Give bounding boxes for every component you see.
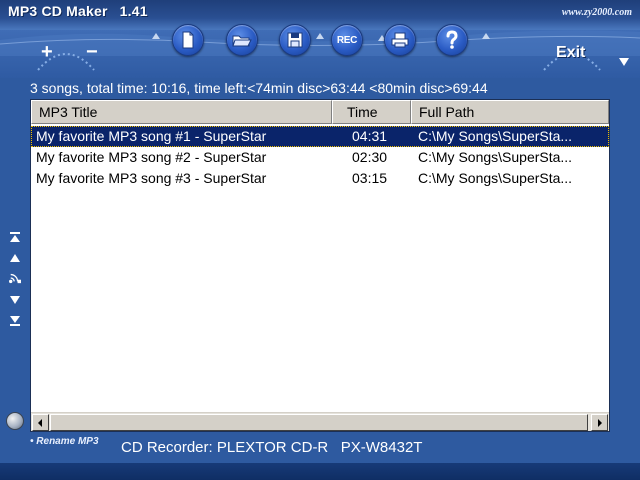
remove-song-button[interactable]: − [86, 42, 98, 62]
song-title-cell: My favorite MP3 song #3 - SuperStar [36, 170, 267, 186]
app-version: 1.41 [119, 3, 148, 19]
horizontal-scrollbar[interactable] [31, 412, 609, 431]
app-name: MP3 CD Maker [8, 3, 108, 19]
song-time-cell: 04:31 [352, 128, 388, 144]
song-path-cell: C:\My Songs\SuperSta... [418, 128, 573, 144]
table-row[interactable]: My favorite MP3 song #3 - SuperStar 03:1… [31, 168, 609, 189]
open-button[interactable] [226, 24, 258, 56]
column-header-path[interactable]: Full Path [411, 100, 609, 124]
website-link[interactable]: www.zy2000.com [562, 7, 632, 18]
header: MP3 CD Maker 1.41 www.zy2000.com + − REC [0, 0, 640, 78]
toolbar-separator-icon [152, 33, 160, 39]
status-summary: 3 songs, total time: 10:16, time left:<7… [30, 80, 488, 96]
move-down-icon[interactable] [9, 294, 21, 306]
new-icon [182, 31, 194, 49]
scroll-left-button[interactable] [32, 414, 49, 431]
open-folder-icon [232, 35, 252, 47]
save-icon [287, 32, 303, 48]
list-rows: My favorite MP3 song #1 - SuperStar 04:3… [31, 126, 609, 189]
globe-icon[interactable] [6, 412, 24, 430]
song-time-cell: 03:15 [352, 170, 388, 186]
table-row[interactable]: My favorite MP3 song #2 - SuperStar 02:3… [31, 147, 609, 168]
song-list[interactable]: MP3 Title Time Full Path My favorite MP3… [30, 99, 610, 432]
move-up-icon[interactable] [9, 252, 21, 264]
exit-button[interactable]: Exit [556, 44, 585, 62]
toolbar-separator-icon [316, 33, 324, 39]
song-path-cell: C:\My Songs\SuperSta... [418, 149, 573, 165]
rename-mp3-link[interactable]: • Rename MP3 [30, 436, 99, 447]
record-button[interactable]: REC [331, 24, 363, 56]
move-top-icon[interactable] [9, 231, 21, 243]
column-header-title[interactable]: MP3 Title [31, 100, 332, 124]
song-title-cell: My favorite MP3 song #1 - SuperStar [36, 128, 267, 144]
arrow-right-icon [598, 419, 602, 427]
menu-dropdown-icon[interactable] [619, 58, 629, 66]
rec-icon: REC [336, 34, 358, 46]
new-button[interactable] [172, 24, 204, 56]
scrollbar-thumb[interactable] [50, 414, 588, 431]
song-path-cell: C:\My Songs\SuperSta... [418, 170, 573, 186]
cd-recorder-label: CD Recorder: PLEXTOR CD-R PX-W8432T [121, 439, 423, 456]
bottom-bar [0, 463, 640, 480]
table-row[interactable]: My favorite MP3 song #1 - SuperStar 04:3… [31, 126, 609, 147]
print-button[interactable] [384, 24, 416, 56]
column-header-time[interactable]: Time [332, 100, 411, 124]
save-button[interactable] [279, 24, 311, 56]
help-icon [446, 30, 458, 49]
play-icon[interactable] [7, 272, 23, 284]
list-header: MP3 Title Time Full Path [31, 100, 609, 124]
app-title: MP3 CD Maker 1.41 [8, 3, 148, 19]
printer-icon [391, 32, 409, 48]
toolbar-separator-icon [482, 33, 490, 39]
song-title-cell: My favorite MP3 song #2 - SuperStar [36, 149, 267, 165]
help-button[interactable] [436, 24, 468, 56]
move-bottom-icon[interactable] [9, 315, 21, 327]
song-time-cell: 02:30 [352, 149, 388, 165]
scroll-right-button[interactable] [591, 414, 608, 431]
arrow-left-icon [38, 419, 42, 427]
add-song-button[interactable]: + [41, 42, 53, 62]
